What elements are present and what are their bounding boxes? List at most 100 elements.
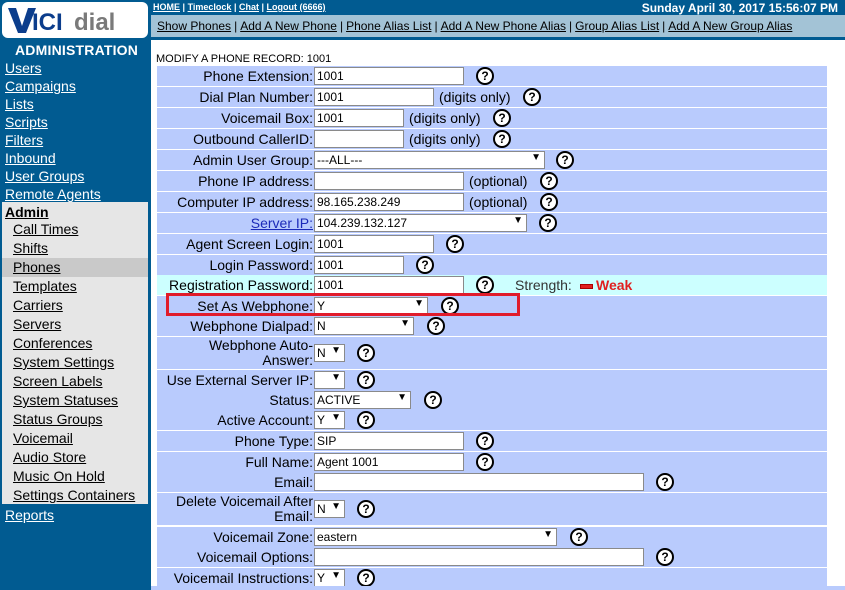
add-new-phone-link[interactable]: Add A New Phone: [240, 19, 337, 33]
group-alias-list-link[interactable]: Group Alias List: [575, 19, 659, 33]
row-voicemail-box: Voicemail Box: 1001 (digits only) ?: [157, 108, 827, 128]
home-link[interactable]: HOME: [153, 2, 180, 12]
submenu-label: Servers: [13, 316, 62, 332]
help-icon[interactable]: ?: [424, 391, 442, 409]
dropdown-arrow-icon: ▼: [513, 215, 523, 226]
delete-voicemail-after-email-select[interactable]: N ▼: [314, 500, 345, 518]
select-value: 104.239.132.127: [317, 216, 408, 230]
help-icon[interactable]: ?: [416, 256, 434, 274]
dial-plan-hint: (digits only): [439, 89, 511, 105]
voicemail-instructions-select[interactable]: Y ▼: [314, 569, 345, 587]
submenu-item-shifts[interactable]: Shifts: [2, 239, 148, 258]
admin-user-group-select[interactable]: ---ALL--- ▼: [314, 151, 545, 169]
submenu-item-status-groups[interactable]: Status Groups: [2, 410, 148, 429]
help-icon[interactable]: ?: [446, 235, 464, 253]
vicidial-logo[interactable]: ICI dial: [2, 2, 148, 38]
dropdown-arrow-icon: ▼: [331, 412, 341, 423]
voicemail-zone-select[interactable]: eastern ▼: [314, 528, 557, 546]
submenu-item-music-on-hold[interactable]: Music On Hold: [2, 467, 148, 486]
select-value: N: [317, 346, 326, 360]
phone-type-input[interactable]: SIP: [314, 432, 464, 450]
login-password-input[interactable]: 1001: [314, 256, 404, 274]
row-active-account: Active Account: Y ▼ ?: [157, 410, 827, 430]
submenu-item-voicemail[interactable]: Voicemail: [2, 429, 148, 448]
help-icon[interactable]: ?: [656, 473, 674, 491]
status-select[interactable]: ACTIVE ▼: [314, 391, 411, 409]
submenu-item-audio-store[interactable]: Audio Store: [2, 448, 148, 467]
submenu-item-settings-containers[interactable]: Settings Containers: [2, 486, 148, 505]
help-icon[interactable]: ?: [540, 172, 558, 190]
submenu-item-call-times[interactable]: Call Times: [2, 220, 148, 239]
chat-link[interactable]: Chat: [239, 2, 259, 12]
help-icon[interactable]: ?: [523, 88, 541, 106]
submenu-item-screen-labels[interactable]: Screen Labels: [2, 372, 148, 391]
active-account-select[interactable]: Y ▼: [314, 411, 345, 429]
voicemail-options-input[interactable]: [314, 548, 644, 566]
help-icon[interactable]: ?: [556, 151, 574, 169]
computer-ip-hint: (optional): [469, 194, 528, 210]
registration-password-input[interactable]: 1001: [314, 276, 464, 294]
agent-screen-login-input[interactable]: 1001: [314, 235, 434, 253]
webphone-auto-answer-select[interactable]: N ▼: [314, 344, 345, 362]
phones-subnav: Show Phones | Add A New Phone | Phone Alias …: [151, 15, 845, 37]
dropdown-arrow-icon: ▼: [331, 501, 341, 512]
submenu-item-templates[interactable]: Templates: [2, 277, 148, 296]
sidebar-item-admin[interactable]: Admin: [5, 204, 49, 220]
help-icon[interactable]: ?: [357, 569, 375, 587]
help-icon[interactable]: ?: [540, 193, 558, 211]
sidebar-item-user-groups[interactable]: User Groups: [5, 167, 84, 185]
submenu-item-system-statuses[interactable]: System Statuses: [2, 391, 148, 410]
voicemail-box-input[interactable]: 1001: [314, 109, 404, 127]
phone-extension-input[interactable]: 1001: [314, 67, 464, 85]
phone-alias-list-link[interactable]: Phone Alias List: [346, 19, 431, 33]
help-icon[interactable]: ?: [476, 276, 494, 294]
help-icon[interactable]: ?: [570, 528, 588, 546]
strength-meter-bar: [580, 284, 593, 289]
help-icon[interactable]: ?: [427, 317, 445, 335]
submenu-item-servers[interactable]: Servers: [2, 315, 148, 334]
server-ip-select[interactable]: 104.239.132.127 ▼: [314, 214, 527, 232]
help-icon[interactable]: ?: [493, 130, 511, 148]
help-icon[interactable]: ?: [357, 344, 375, 362]
submenu-item-system-settings[interactable]: System Settings: [2, 353, 148, 372]
help-icon[interactable]: ?: [656, 548, 674, 566]
sidebar-item-users[interactable]: Users: [5, 59, 42, 77]
logout-link[interactable]: Logout (6666): [267, 2, 326, 12]
phone-ip-input[interactable]: [314, 172, 464, 190]
sidebar-item-scripts[interactable]: Scripts: [5, 113, 48, 131]
show-phones-link[interactable]: Show Phones: [157, 19, 231, 33]
timeclock-link[interactable]: Timeclock: [188, 2, 232, 12]
webphone-dialpad-select[interactable]: N ▼: [314, 317, 414, 335]
help-icon[interactable]: ?: [476, 432, 494, 450]
help-icon[interactable]: ?: [357, 371, 375, 389]
sidebar-item-lists[interactable]: Lists: [5, 95, 34, 113]
submenu-item-conferences[interactable]: Conferences: [2, 334, 148, 353]
strength-value: Weak: [596, 277, 633, 293]
help-icon[interactable]: ?: [357, 411, 375, 429]
email-input[interactable]: [314, 473, 644, 491]
sidebar-item-inbound[interactable]: Inbound: [5, 149, 56, 167]
add-new-phone-alias-link[interactable]: Add A New Phone Alias: [441, 19, 566, 33]
dial-plan-number-input[interactable]: 1001: [314, 88, 434, 106]
current-datetime: Sunday April 30, 2017 15:56:07 PM: [641, 1, 838, 15]
help-icon[interactable]: ?: [539, 214, 557, 232]
help-icon[interactable]: ?: [476, 67, 494, 85]
use-external-server-ip-select[interactable]: ▼: [314, 371, 345, 389]
outbound-callerid-input[interactable]: [314, 130, 404, 148]
computer-ip-input[interactable]: 98.165.238.249: [314, 193, 464, 211]
sidebar-item-filters[interactable]: Filters: [5, 131, 43, 149]
submenu-item-carriers[interactable]: Carriers: [2, 296, 148, 315]
sidebar-item-remote-agents[interactable]: Remote Agents: [5, 185, 101, 203]
row-delete-voicemail-after-email: Delete Voicemail After Email: N ▼ ?: [157, 493, 827, 525]
help-icon[interactable]: ?: [493, 109, 511, 127]
add-new-group-alias-link[interactable]: Add A New Group Alias: [668, 19, 792, 33]
sidebar-item-campaigns[interactable]: Campaigns: [5, 77, 76, 95]
sidebar-item-reports[interactable]: Reports: [5, 506, 54, 524]
server-ip-link[interactable]: Server IP:: [251, 215, 313, 231]
row-login-password: Login Password: 1001 ?: [157, 255, 827, 275]
full-name-input[interactable]: Agent 1001: [314, 453, 464, 471]
submenu-item-phones[interactable]: Phones: [2, 258, 148, 277]
help-icon[interactable]: ?: [476, 453, 494, 471]
separator: |: [234, 19, 238, 33]
help-icon[interactable]: ?: [357, 500, 375, 518]
